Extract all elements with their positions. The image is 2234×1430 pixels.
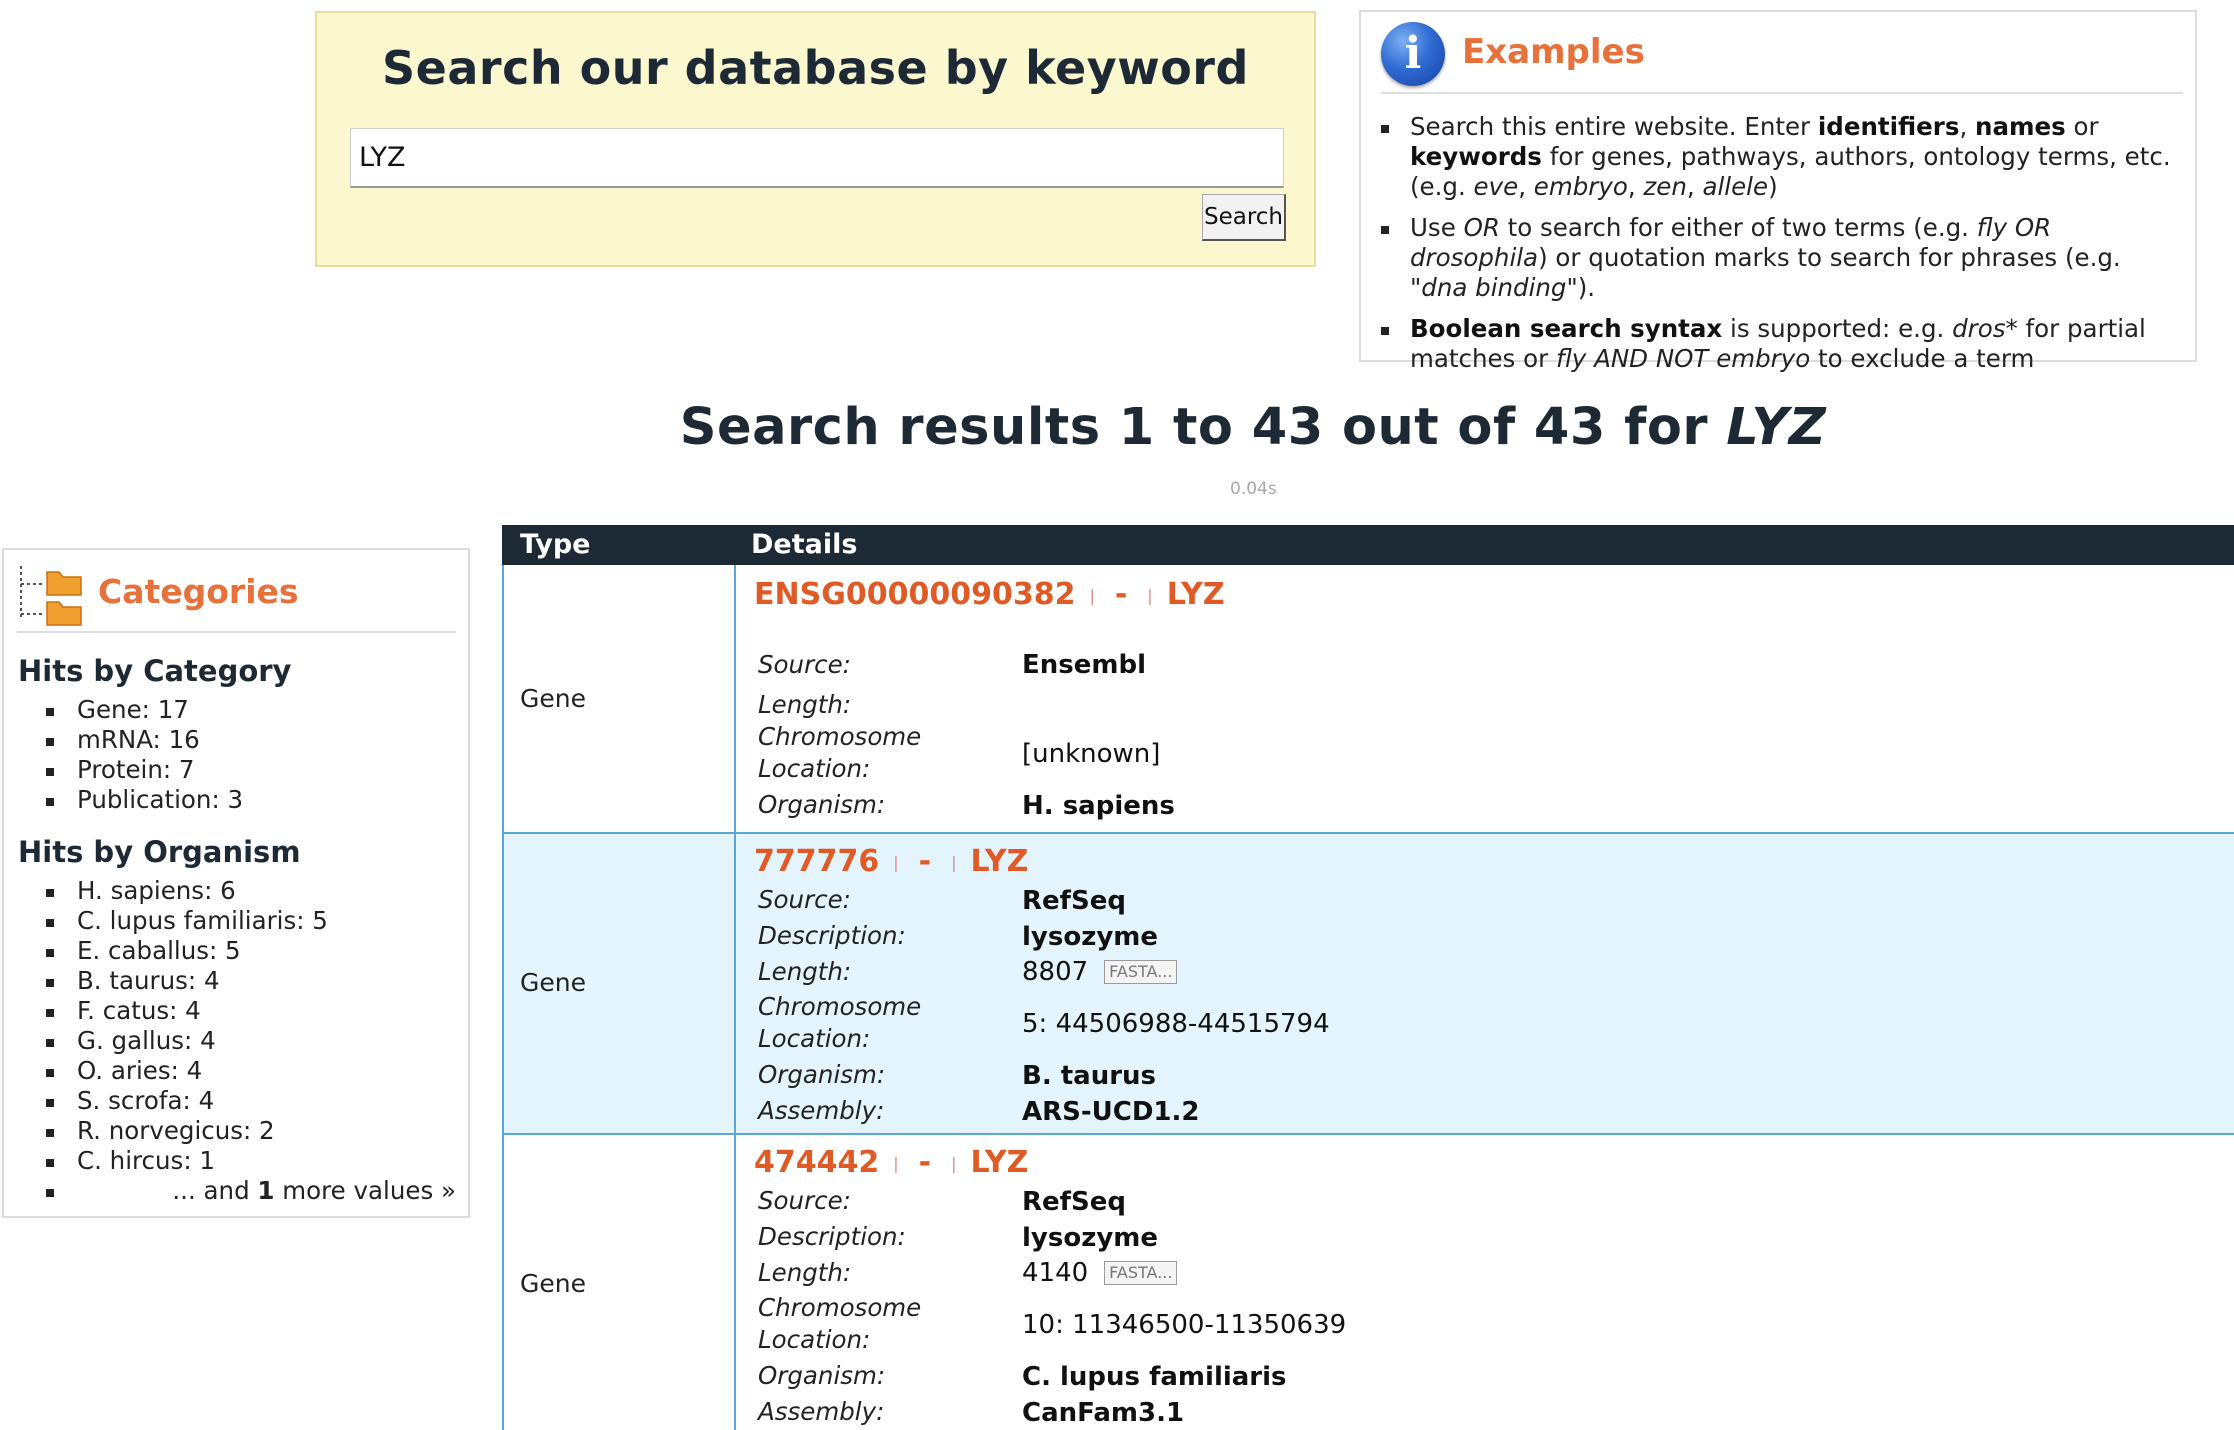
table-row: Gene 474442 | - | LYZ Source: RefSeq Descrip… bbox=[502, 1135, 2234, 1430]
hits-by-category-heading: Hits by Category bbox=[18, 654, 292, 688]
field-description: lysozyme bbox=[1022, 1223, 1159, 1253]
results-query: LYZ bbox=[1726, 398, 1827, 457]
organism-filter-item[interactable]: C. hircus: 1 bbox=[46, 1146, 456, 1176]
field-label: Location: bbox=[758, 1024, 871, 1053]
field-label: Description: bbox=[758, 1222, 906, 1251]
column-header-details: Details bbox=[751, 529, 858, 560]
table-row: Gene 777776 | - | LYZ Source: RefSeq Descrip… bbox=[502, 834, 2234, 1135]
record-id-link[interactable]: 777776 bbox=[754, 844, 879, 879]
organism-filter-item[interactable]: O. aries: 4 bbox=[46, 1056, 456, 1086]
hits-by-category-list: Gene: 17 mRNA: 16 Protein: 7 Publication… bbox=[46, 695, 456, 815]
field-chromosome-location: 5: 44506988-44515794 bbox=[1022, 1009, 1330, 1039]
field-source: RefSeq bbox=[1022, 1187, 1126, 1217]
field-length: 8807 FASTA... bbox=[1022, 956, 1178, 988]
hits-by-organism-heading: Hits by Organism bbox=[18, 835, 301, 869]
field-label: Assembly: bbox=[758, 1096, 885, 1125]
column-divider bbox=[734, 834, 736, 1133]
field-label: Organism: bbox=[758, 1361, 886, 1390]
row-type: Gene bbox=[520, 1269, 586, 1298]
field-label: Organism: bbox=[758, 1060, 886, 1089]
field-label: Assembly: bbox=[758, 1397, 885, 1426]
column-divider bbox=[734, 565, 736, 832]
organism-filter-item[interactable]: E. caballus: 5 bbox=[46, 936, 456, 966]
more-values-link[interactable]: ... and 1 more values » bbox=[46, 1176, 456, 1206]
category-filter-item[interactable]: mRNA: 16 bbox=[46, 725, 456, 755]
organism-filter-item[interactable]: R. norvegicus: 2 bbox=[46, 1116, 456, 1146]
fasta-button[interactable]: FASTA... bbox=[1104, 960, 1178, 984]
category-filter-item[interactable]: Protein: 7 bbox=[46, 755, 456, 785]
field-label: Organism: bbox=[758, 790, 886, 819]
keyword-search-panel: Search our database by keyword Search bbox=[315, 11, 1316, 267]
field-source: RefSeq bbox=[1022, 886, 1126, 916]
organism-filter-item[interactable]: H. sapiens: 6 bbox=[46, 876, 456, 906]
field-organism: C. lupus familiaris bbox=[1022, 1362, 1287, 1392]
field-label: Source: bbox=[758, 885, 851, 914]
field-label: Description: bbox=[758, 921, 906, 950]
search-title: Search our database by keyword bbox=[382, 41, 1249, 95]
divider bbox=[1381, 92, 2183, 94]
examples-panel: i Examples Search this entire website. E… bbox=[1359, 10, 2197, 373]
field-length: 4140 FASTA... bbox=[1022, 1257, 1178, 1289]
organism-filter-item[interactable]: B. taurus: 4 bbox=[46, 966, 456, 996]
examples-list: Search this entire website. Enter identi… bbox=[1381, 112, 2176, 385]
field-assembly: ARS-UCD1.2 bbox=[1022, 1097, 1200, 1127]
example-item: Search this entire website. Enter identi… bbox=[1381, 112, 2176, 202]
field-label: Chromosome bbox=[758, 992, 922, 1021]
results-table: Type Details Gene ENSG00000090382 | - | LYZ … bbox=[502, 525, 2234, 1430]
category-filter-item[interactable]: Gene: 17 bbox=[46, 695, 456, 725]
row-type: Gene bbox=[520, 968, 586, 997]
column-divider bbox=[734, 1135, 736, 1430]
search-input[interactable] bbox=[350, 128, 1284, 188]
field-label: Length: bbox=[758, 690, 852, 719]
record-symbol-link[interactable]: LYZ bbox=[970, 1145, 1028, 1180]
record-id-link[interactable]: ENSG00000090382 bbox=[754, 577, 1075, 612]
info-icon: i bbox=[1381, 22, 1445, 86]
organism-filter-item[interactable]: F. catus: 4 bbox=[46, 996, 456, 1026]
fasta-button[interactable]: FASTA... bbox=[1104, 1261, 1178, 1285]
field-label: Location: bbox=[758, 1325, 871, 1354]
record-header: ENSG00000090382 | - | LYZ bbox=[754, 577, 1225, 612]
field-chromosome-location: [unknown] bbox=[1022, 739, 1161, 769]
field-chromosome-location: 10: 11346500-11350639 bbox=[1022, 1310, 1347, 1340]
examples-title: Examples bbox=[1462, 32, 1645, 72]
field-label: Chromosome bbox=[758, 1293, 922, 1322]
divider bbox=[17, 631, 456, 633]
column-header-type: Type bbox=[520, 529, 591, 560]
field-organism: B. taurus bbox=[1022, 1061, 1157, 1091]
organism-filter-item[interactable]: S. scrofa: 4 bbox=[46, 1086, 456, 1116]
example-item: Boolean search syntax is supported: e.g.… bbox=[1381, 314, 2176, 374]
field-label: Length: bbox=[758, 957, 852, 986]
field-source: Ensembl bbox=[1022, 650, 1146, 680]
table-row: Gene ENSG00000090382 | - | LYZ Source: Ensem… bbox=[502, 565, 2234, 834]
field-label: Source: bbox=[758, 1186, 851, 1215]
organism-filter-item[interactable]: G. gallus: 4 bbox=[46, 1026, 456, 1056]
search-timing: 0.04s bbox=[1230, 479, 1277, 499]
record-header: 474442 | - | LYZ bbox=[754, 1145, 1029, 1180]
category-filter-item[interactable]: Publication: 3 bbox=[46, 785, 456, 815]
record-symbol-link[interactable]: LYZ bbox=[1167, 577, 1225, 612]
categories-panel: Categories Hits by Category Gene: 17 mRN… bbox=[2, 548, 470, 1218]
field-description: lysozyme bbox=[1022, 922, 1159, 952]
organism-filter-item[interactable]: C. lupus familiaris: 5 bbox=[46, 906, 456, 936]
record-header: 777776 | - | LYZ bbox=[754, 844, 1029, 879]
field-organism: H. sapiens bbox=[1022, 791, 1175, 821]
field-label: Source: bbox=[758, 650, 851, 679]
field-label: Location: bbox=[758, 754, 871, 783]
hits-by-organism-list: H. sapiens: 6 C. lupus familiaris: 5 E. … bbox=[46, 876, 456, 1206]
field-label: Chromosome bbox=[758, 722, 922, 751]
field-assembly: CanFam3.1 bbox=[1022, 1398, 1185, 1428]
record-symbol-link[interactable]: LYZ bbox=[970, 844, 1028, 879]
field-label: Length: bbox=[758, 1258, 852, 1287]
table-header: Type Details bbox=[502, 525, 2234, 565]
example-item: Use OR to search for either of two terms… bbox=[1381, 213, 2176, 303]
results-heading: Search results 1 to 43 out of 43 for LYZ bbox=[679, 398, 1827, 457]
row-type: Gene bbox=[520, 684, 586, 713]
folder-tree-icon bbox=[20, 566, 82, 626]
search-button[interactable]: Search bbox=[1202, 194, 1286, 241]
categories-title: Categories bbox=[98, 572, 299, 611]
record-id-link[interactable]: 474442 bbox=[754, 1145, 879, 1180]
